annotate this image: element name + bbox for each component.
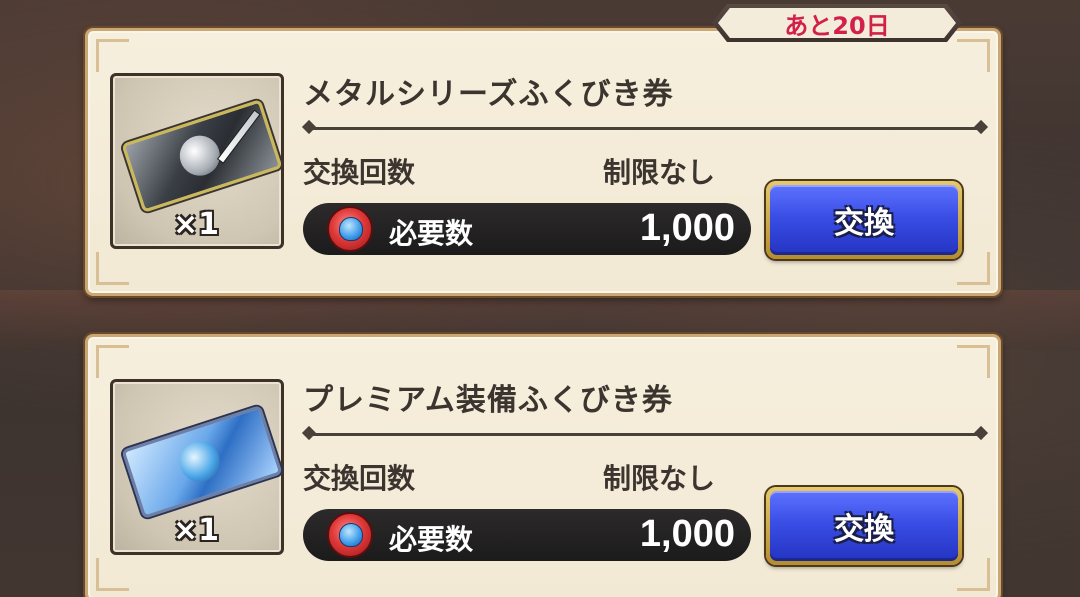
exchange-count-label: 交換回数 — [303, 156, 416, 189]
armor-emblem-icon — [174, 436, 225, 487]
slime-icon — [339, 523, 363, 547]
sword-icon — [216, 109, 261, 164]
item-quantity: ×1 — [173, 207, 220, 242]
required-value: 1,000 — [639, 207, 735, 249]
required-cost-pill: 必要数 1,000 — [303, 509, 751, 561]
days-left-banner: あと20日 — [712, 4, 962, 42]
exchange-button-face[interactable]: 交換 — [770, 185, 958, 255]
metal-ticket-icon — [121, 99, 283, 213]
item-quantity: ×1 — [173, 513, 220, 548]
slime-icon — [339, 217, 363, 241]
exchange-card-metal: ×1 メタルシリーズふくびき券 交換回数 制限なし 必要数 1,000 交換 — [85, 28, 1001, 296]
item-title: プレミアム装備ふくびき券 — [303, 383, 673, 418]
exchange-button[interactable]: 交換 — [766, 181, 962, 259]
title-divider — [310, 127, 980, 130]
exchange-button[interactable]: 交換 — [766, 487, 962, 565]
required-label: 必要数 — [389, 217, 474, 250]
slime-medal-icon — [327, 206, 373, 252]
exchange-count-value: 制限なし — [603, 156, 716, 189]
exchange-button-face[interactable]: 交換 — [770, 491, 958, 561]
exchange-button-label[interactable]: 交換 — [834, 198, 894, 242]
metal-slime-emblem-icon — [174, 130, 225, 181]
exchange-count-value: 制限なし — [603, 462, 716, 495]
item-icon-box[interactable]: ×1 — [110, 73, 284, 249]
exchange-button-label[interactable]: 交換 — [834, 504, 894, 548]
exchange-count-label: 交換回数 — [303, 462, 416, 495]
days-left-text: あと20日 — [784, 11, 890, 40]
required-label: 必要数 — [389, 523, 474, 556]
corner-ornament — [957, 558, 990, 591]
exchange-card-premium: ×1 プレミアム装備ふくびき券 交換回数 制限なし 必要数 1,000 交換 — [85, 334, 1001, 597]
corner-ornament — [96, 39, 129, 72]
required-value: 1,000 — [639, 513, 735, 555]
corner-ornament — [957, 345, 990, 378]
corner-ornament — [957, 39, 990, 72]
item-title: メタルシリーズふくびき券 — [303, 77, 674, 112]
premium-ticket-icon — [121, 405, 283, 519]
item-icon-box[interactable]: ×1 — [110, 379, 284, 555]
corner-ornament — [96, 558, 129, 591]
slime-medal-icon — [327, 512, 373, 558]
required-cost-pill: 必要数 1,000 — [303, 203, 751, 255]
title-divider — [310, 433, 980, 436]
corner-ornament — [96, 252, 129, 285]
corner-ornament — [957, 252, 990, 285]
corner-ornament — [96, 345, 129, 378]
